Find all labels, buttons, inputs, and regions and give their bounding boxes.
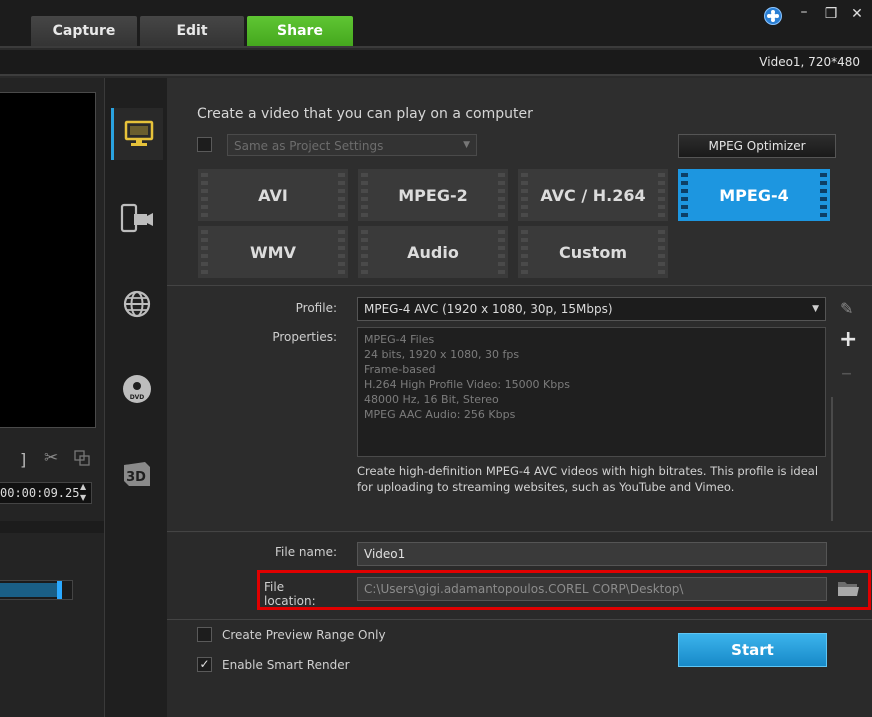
- profile-description: Create high-definition MPEG-4 AVC videos…: [357, 464, 819, 494]
- page-title: Create a video that you can play on a co…: [197, 106, 533, 122]
- chevron-down-icon: ▼: [812, 304, 819, 314]
- file-location-input[interactable]: C:\Users\gigi.adamantopoulos.COREL CORP\…: [357, 577, 827, 601]
- project-info-bar: Video1, 720*480: [0, 50, 872, 76]
- timecode-down-icon[interactable]: ▼: [80, 493, 86, 502]
- property-line: MPEG-4 Files: [364, 333, 435, 346]
- tab-edit[interactable]: Edit: [140, 16, 244, 46]
- file-location-label: File location:: [264, 580, 316, 608]
- close-button[interactable]: ✕: [848, 6, 866, 22]
- preview-panel: ] ✂ 00:00:09.25 ▲ ▼: [0, 78, 104, 717]
- scrub-fill: [0, 583, 57, 597]
- property-line: MPEG AAC Audio: 256 Kbps: [364, 408, 516, 421]
- svg-text:3D: 3D: [126, 470, 146, 485]
- top-bar: Capture Edit Share – ❒ ✕: [0, 0, 872, 48]
- preview-window: [0, 92, 96, 428]
- format-mpeg2-button[interactable]: MPEG-2: [358, 169, 508, 221]
- same-as-project-checkbox[interactable]: [197, 137, 212, 152]
- mark-out-icon[interactable]: ]: [20, 450, 26, 469]
- format-wmv-button[interactable]: WMV: [198, 226, 348, 278]
- profile-section: Profile: MPEG-4 AVC (1920 x 1080, 30p, 1…: [167, 287, 872, 532]
- format-audio-button[interactable]: Audio: [358, 226, 508, 278]
- copy-icon[interactable]: [74, 450, 90, 466]
- preview-range-label: Create Preview Range Only: [222, 628, 386, 642]
- tab-capture[interactable]: Capture: [31, 16, 137, 46]
- same-as-project-select[interactable]: Same as Project Settings ▼: [227, 134, 477, 156]
- mpeg-optimizer-button[interactable]: MPEG Optimizer: [678, 134, 836, 158]
- file-name-label: File name:: [275, 545, 337, 559]
- profile-value: MPEG-4 AVC (1920 x 1080, 30p, 15Mbps): [364, 302, 613, 316]
- profile-label: Profile:: [295, 301, 337, 315]
- format-mpeg4-button[interactable]: MPEG-4: [678, 169, 830, 221]
- preview-range-checkbox[interactable]: [197, 627, 212, 642]
- help-icon[interactable]: [764, 7, 782, 25]
- format-avi-button[interactable]: AVI: [198, 169, 348, 221]
- output-section: File name: Video1 File location: C:\User…: [167, 533, 872, 717]
- web-icon[interactable]: [111, 278, 163, 330]
- folder-icon[interactable]: [836, 578, 860, 598]
- property-line: 24 bits, 1920 x 1080, 30 fps: [364, 348, 520, 361]
- scrub-handle[interactable]: [57, 581, 62, 599]
- properties-box: MPEG-4 Files 24 bits, 1920 x 1080, 30 fp…: [357, 327, 826, 457]
- 3d-icon[interactable]: 3D: [111, 448, 163, 500]
- file-name-input[interactable]: Video1: [357, 542, 827, 566]
- edit-profile-icon[interactable]: ✎: [840, 299, 853, 318]
- property-line: 48000 Hz, 16 Bit, Stereo: [364, 393, 499, 406]
- profile-select[interactable]: MPEG-4 AVC (1920 x 1080, 30p, 15Mbps) ▼: [357, 297, 826, 321]
- app-window: Capture Edit Share – ❒ ✕ Video1, 720*480…: [0, 0, 872, 717]
- smart-render-label: Enable Smart Render: [222, 658, 350, 672]
- timecode-up-icon[interactable]: ▲: [80, 482, 86, 491]
- chevron-down-icon: ▼: [463, 140, 470, 150]
- smart-render-checkbox[interactable]: ✓: [197, 657, 212, 672]
- minimize-button[interactable]: –: [795, 4, 813, 20]
- start-button[interactable]: Start: [678, 633, 827, 667]
- panel-divider: [0, 521, 104, 533]
- scissors-icon[interactable]: ✂: [44, 448, 58, 468]
- share-main-panel: Create a video that you can play on a co…: [167, 78, 872, 717]
- tab-share[interactable]: Share: [247, 16, 353, 46]
- property-line: Frame-based: [364, 363, 436, 376]
- properties-label: Properties:: [272, 330, 337, 344]
- remove-profile-icon[interactable]: –: [841, 361, 852, 386]
- project-info: Video1, 720*480: [759, 55, 860, 69]
- format-custom-button[interactable]: Custom: [518, 226, 668, 278]
- device-icon[interactable]: [111, 193, 163, 245]
- share-category-strip: DVD 3D: [104, 78, 167, 717]
- timecode-display[interactable]: 00:00:09.25: [0, 482, 92, 504]
- computer-icon[interactable]: [111, 108, 163, 160]
- maximize-button[interactable]: ❒: [822, 6, 840, 22]
- scrub-bar[interactable]: [0, 580, 73, 600]
- properties-scrollbar[interactable]: [831, 397, 833, 521]
- format-avc-h264-button[interactable]: AVC / H.264: [518, 169, 668, 221]
- add-profile-icon[interactable]: +: [839, 327, 857, 352]
- section-divider: [167, 619, 872, 620]
- dvd-icon[interactable]: DVD: [111, 363, 163, 415]
- svg-text:DVD: DVD: [130, 394, 145, 401]
- same-as-project-label: Same as Project Settings: [234, 139, 384, 153]
- property-line: H.264 High Profile Video: 15000 Kbps: [364, 378, 570, 391]
- format-section: Create a video that you can play on a co…: [167, 78, 872, 286]
